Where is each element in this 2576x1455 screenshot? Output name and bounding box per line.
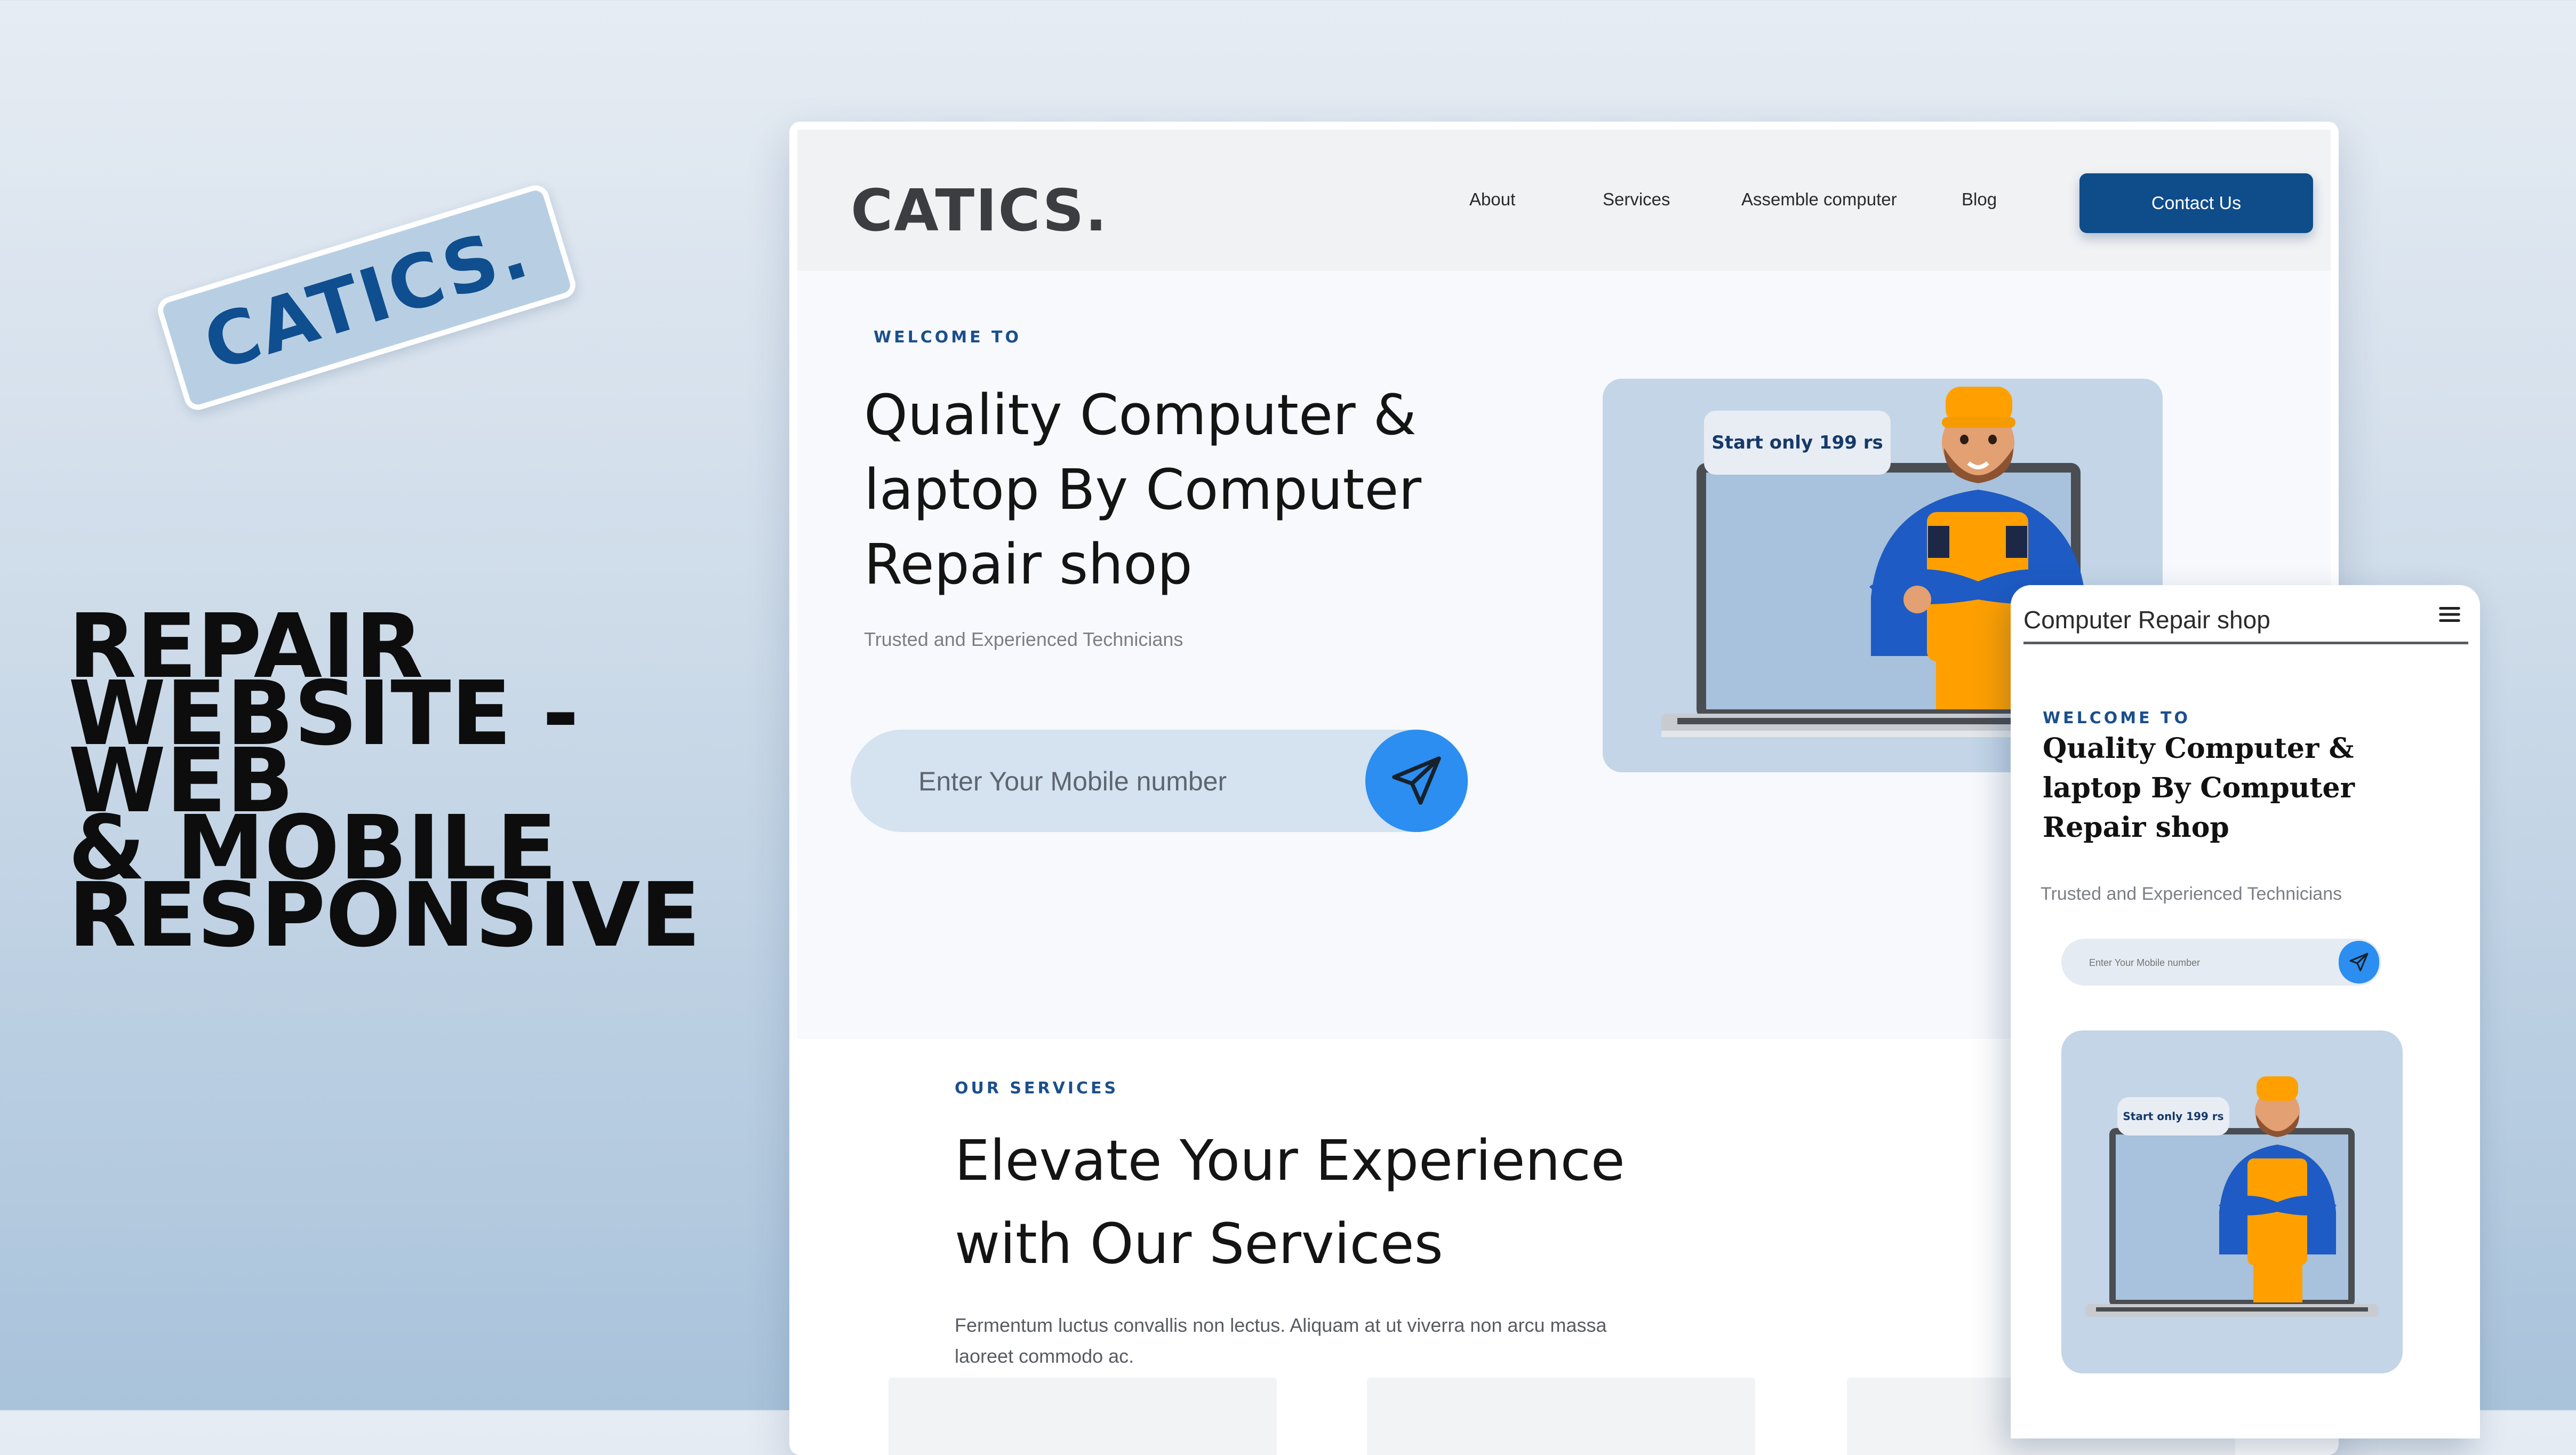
services-title: Elevate Your Experience with Our Service… (955, 1119, 1755, 1285)
service-card[interactable] (1367, 1378, 1755, 1455)
hero-title-line: laptop By Computer (864, 457, 1422, 522)
site-logo[interactable]: CATICS. (851, 178, 1108, 244)
mobile-hero-title-line: Repair shop (2043, 811, 2229, 844)
badge-text: CATICS. (194, 207, 539, 388)
nav-about[interactable]: About (1469, 189, 1515, 210)
brand-badge: CATICS. (154, 181, 579, 414)
contact-us-button[interactable]: Contact Us (2079, 173, 2313, 233)
headline-line: RESPONSIVE (68, 864, 701, 967)
mobile-hero-title-line: Quality Computer & (2043, 732, 2354, 765)
hero-subtitle: Trusted and Experienced Technicians (864, 628, 1183, 650)
services-title-line: with Our Services (955, 1211, 1443, 1276)
paper-plane-icon (1392, 756, 1441, 805)
mobile-hero-title-line: laptop By Computer (2043, 772, 2355, 804)
mobile-hero-illustration-card: Start only 199 rs (2061, 1030, 2403, 1373)
service-card[interactable] (889, 1378, 1277, 1455)
mobile-number-input[interactable] (917, 755, 1335, 808)
mobile-hero-subtitle: Trusted and Experienced Technicians (2041, 884, 2342, 904)
price-bubble: Start only 199 rs (2117, 1097, 2229, 1136)
nav-services[interactable]: Services (1603, 189, 1670, 210)
mobile-header-title: Computer Repair shop (2023, 606, 2270, 634)
hero-title-line: Repair shop (864, 532, 1193, 597)
mobile-send-button[interactable] (2339, 941, 2379, 984)
repairman-laptop-illustration (2085, 1076, 2379, 1317)
services-title-line: Elevate Your Experience (955, 1128, 1625, 1193)
services-description: Fermentum luctus convallis non lectus. A… (955, 1314, 1607, 1367)
hero-eyebrow: WELCOME TO (874, 328, 1021, 347)
mobile-mockup: Computer Repair shop WELCOME TO Quality … (2011, 585, 2480, 1438)
hero-title: Quality Computer & laptop By Computer Re… (864, 378, 1557, 602)
nav-blog[interactable]: Blog (1962, 189, 1997, 210)
mobile-number-input[interactable] (2088, 949, 2325, 976)
mobile-number-form (2061, 939, 2381, 986)
price-bubble: Start only 199 rs (1704, 411, 1891, 475)
paper-plane-icon (2349, 953, 2369, 971)
hero-title-line: Quality Computer & (864, 382, 1417, 447)
headline-line: WEBSITE - WEB (68, 662, 579, 833)
mobile-hero-title: Quality Computer & laptop By Computer Re… (2043, 729, 2416, 848)
mobile-header-divider (2023, 642, 2468, 644)
services-eyebrow: OUR SERVICES (955, 1079, 1119, 1098)
send-button[interactable] (1365, 730, 1468, 832)
nav-assemble-computer[interactable]: Assemble computer (1741, 189, 1897, 210)
mobile-hero-eyebrow: WELCOME TO (2043, 709, 2190, 728)
hamburger-menu-icon[interactable] (2437, 602, 2462, 627)
mobile-number-form (851, 730, 1468, 832)
desktop-navbar: CATICS. About Services Assemble computer… (797, 130, 2331, 271)
promo-headline: REPAIR WEBSITE - WEB & MOBILE RESPONSIVE (68, 603, 762, 967)
